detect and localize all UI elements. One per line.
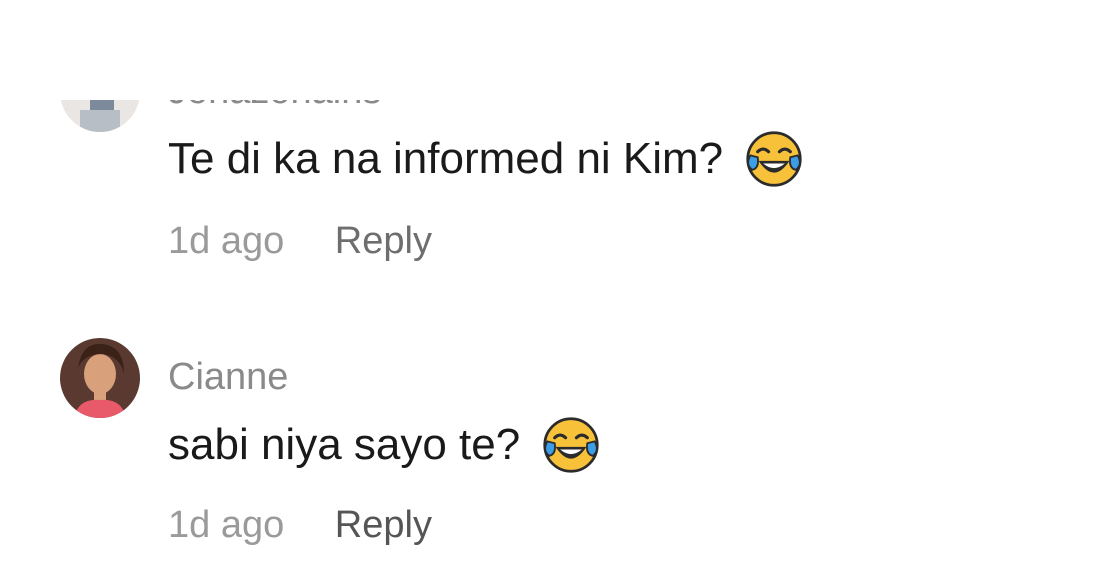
comment-meta: 1d ago Reply	[168, 506, 432, 544]
comment-username[interactable]: Cianne	[168, 358, 288, 396]
comment-text-content: Te di ka na informed ni Kim?	[168, 134, 724, 183]
overlay-band	[0, 0, 1120, 100]
laughing-tears-emoji-icon	[746, 131, 802, 187]
comment-item: Jonazonains Te di ka na informed ni Kim?…	[0, 0, 1120, 290]
comment-time: 1d ago	[168, 504, 285, 546]
comment-text: sabi niya sayo te?	[168, 416, 600, 474]
laughing-tears-emoji-icon	[543, 417, 599, 473]
avatar-image	[60, 338, 140, 418]
comment-text-content: sabi niya sayo te?	[168, 420, 521, 469]
comment-text: Te di ka na informed ni Kim?	[168, 130, 803, 188]
reply-button[interactable]: Reply	[335, 504, 432, 546]
comment-item: Cianne sabi niya sayo te? 1d ago Reply	[0, 300, 1120, 588]
comment-meta: 1d ago Reply	[168, 222, 432, 260]
reply-button[interactable]: Reply	[335, 220, 432, 262]
avatar[interactable]	[60, 338, 140, 418]
comment-time: 1d ago	[168, 220, 285, 262]
